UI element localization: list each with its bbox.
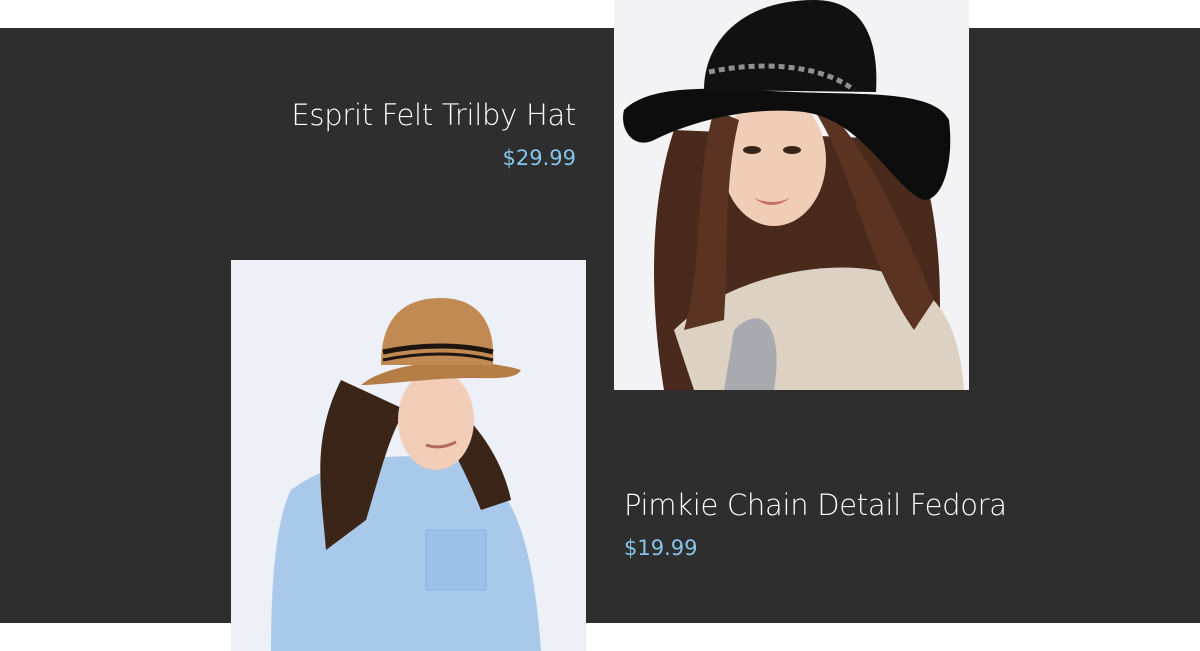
- product-image-black-hat[interactable]: [614, 0, 969, 390]
- woman-tan-fedora-photo: [231, 260, 586, 651]
- product-title-esprit[interactable]: Esprit Felt Trilby Hat: [291, 98, 576, 132]
- product-price-pimkie: $19.99: [624, 536, 698, 560]
- woman-black-floppy-hat-photo: [614, 0, 969, 390]
- product-price-esprit: $29.99: [502, 146, 576, 170]
- product-showcase-band: [0, 28, 1200, 623]
- product-title-pimkie[interactable]: Pimkie Chain Detail Fedora: [624, 488, 1007, 522]
- product-image-tan-fedora[interactable]: [231, 260, 586, 651]
